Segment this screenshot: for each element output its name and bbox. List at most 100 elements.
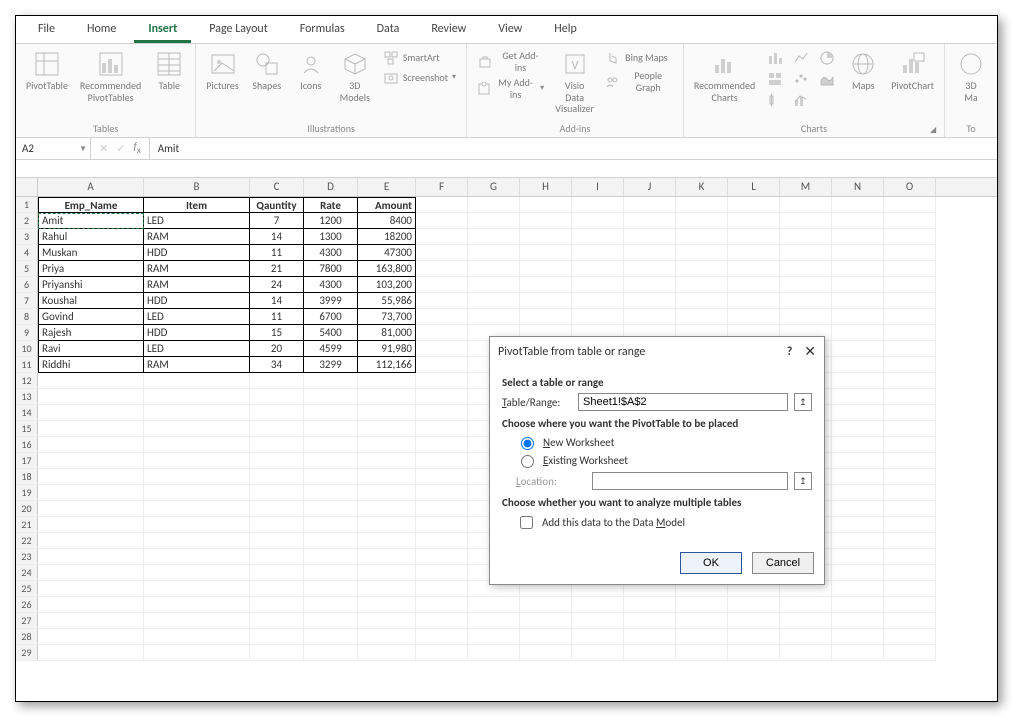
cell[interactable] xyxy=(358,581,416,597)
cell[interactable] xyxy=(624,277,676,293)
tab-insert[interactable]: Insert xyxy=(134,18,191,43)
cell[interactable] xyxy=(832,485,884,501)
close-icon[interactable]: ✕ xyxy=(804,343,816,360)
cancel-button[interactable]: Cancel xyxy=(752,552,814,574)
cell[interactable] xyxy=(780,629,832,645)
cell[interactable] xyxy=(358,501,416,517)
cell[interactable] xyxy=(884,421,936,437)
cell[interactable] xyxy=(304,645,358,661)
ok-button[interactable]: OK xyxy=(680,552,742,574)
cell[interactable] xyxy=(144,549,250,565)
column-header-J[interactable]: J xyxy=(624,178,676,196)
cell[interactable] xyxy=(304,421,358,437)
cell[interactable] xyxy=(468,197,520,213)
cell[interactable] xyxy=(250,501,304,517)
cell[interactable] xyxy=(416,501,468,517)
cell[interactable] xyxy=(624,213,676,229)
cell[interactable] xyxy=(144,373,250,389)
chart-hierarchy-button[interactable] xyxy=(763,69,787,89)
tab-file[interactable]: File xyxy=(24,18,69,43)
cell[interactable] xyxy=(884,373,936,389)
cell[interactable] xyxy=(416,437,468,453)
cell[interactable]: Govind xyxy=(38,309,144,325)
cell[interactable] xyxy=(884,213,936,229)
cell[interactable] xyxy=(144,405,250,421)
cell[interactable] xyxy=(884,389,936,405)
chart-line-button[interactable] xyxy=(789,48,813,68)
row-header-21[interactable]: 21 xyxy=(16,517,38,533)
cell[interactable] xyxy=(250,565,304,581)
cell[interactable] xyxy=(728,261,780,277)
cell[interactable]: 24 xyxy=(250,277,304,293)
cell[interactable] xyxy=(38,453,144,469)
cell[interactable]: Emp_Name xyxy=(38,197,144,213)
cell[interactable]: 34 xyxy=(250,357,304,373)
cell[interactable] xyxy=(624,629,676,645)
cell[interactable] xyxy=(780,229,832,245)
cell[interactable] xyxy=(832,389,884,405)
cell[interactable]: LED xyxy=(144,341,250,357)
cell[interactable] xyxy=(416,597,468,613)
3dmap-button[interactable]: 3D Ma xyxy=(951,48,991,105)
row-header-7[interactable]: 7 xyxy=(16,293,38,309)
cell[interactable] xyxy=(416,357,468,373)
column-header-D[interactable]: D xyxy=(304,178,358,196)
tab-review[interactable]: Review xyxy=(417,18,480,43)
cell[interactable] xyxy=(416,389,468,405)
row-header-1[interactable]: 1 xyxy=(16,197,38,213)
cell[interactable] xyxy=(676,229,728,245)
cell[interactable] xyxy=(884,293,936,309)
cell[interactable] xyxy=(572,261,624,277)
cell[interactable] xyxy=(572,597,624,613)
cell[interactable] xyxy=(304,565,358,581)
cell[interactable] xyxy=(572,645,624,661)
row-header-18[interactable]: 18 xyxy=(16,469,38,485)
row-header-24[interactable]: 24 xyxy=(16,565,38,581)
cell[interactable] xyxy=(358,437,416,453)
cell[interactable] xyxy=(832,357,884,373)
cell[interactable] xyxy=(624,613,676,629)
cell[interactable]: HDD xyxy=(144,245,250,261)
cell[interactable] xyxy=(520,197,572,213)
cell[interactable] xyxy=(250,405,304,421)
cell[interactable] xyxy=(624,261,676,277)
table-button[interactable]: Table xyxy=(149,48,189,94)
cell[interactable] xyxy=(780,597,832,613)
cell[interactable] xyxy=(884,197,936,213)
cell[interactable]: 21 xyxy=(250,261,304,277)
cell[interactable] xyxy=(38,597,144,613)
cell[interactable] xyxy=(832,421,884,437)
cell[interactable] xyxy=(572,629,624,645)
cell[interactable] xyxy=(676,613,728,629)
cell[interactable] xyxy=(38,629,144,645)
cell[interactable] xyxy=(832,325,884,341)
cell[interactable] xyxy=(624,293,676,309)
cell[interactable]: 5400 xyxy=(304,325,358,341)
row-header-17[interactable]: 17 xyxy=(16,453,38,469)
column-header-E[interactable]: E xyxy=(358,178,416,196)
cell[interactable] xyxy=(884,565,936,581)
row-header-28[interactable]: 28 xyxy=(16,629,38,645)
cell[interactable] xyxy=(416,309,468,325)
cell[interactable] xyxy=(676,213,728,229)
cell[interactable] xyxy=(304,581,358,597)
row-header-12[interactable]: 12 xyxy=(16,373,38,389)
new-worksheet-radio[interactable] xyxy=(521,437,534,450)
data-model-checkbox[interactable] xyxy=(520,516,533,529)
cell[interactable] xyxy=(884,597,936,613)
cell[interactable]: Ravi xyxy=(38,341,144,357)
column-header-A[interactable]: A xyxy=(38,178,144,196)
cell[interactable] xyxy=(250,437,304,453)
cell[interactable]: Rajesh xyxy=(38,325,144,341)
cell[interactable] xyxy=(38,581,144,597)
cell[interactable] xyxy=(520,213,572,229)
get-addins-button[interactable]: Get Add-ins xyxy=(473,48,548,75)
cell[interactable] xyxy=(38,501,144,517)
cell[interactable] xyxy=(144,517,250,533)
cell[interactable] xyxy=(884,613,936,629)
cell[interactable]: 103,200 xyxy=(358,277,416,293)
cell[interactable] xyxy=(304,501,358,517)
cell[interactable] xyxy=(250,485,304,501)
cell[interactable]: RAM xyxy=(144,357,250,373)
row-header-6[interactable]: 6 xyxy=(16,277,38,293)
